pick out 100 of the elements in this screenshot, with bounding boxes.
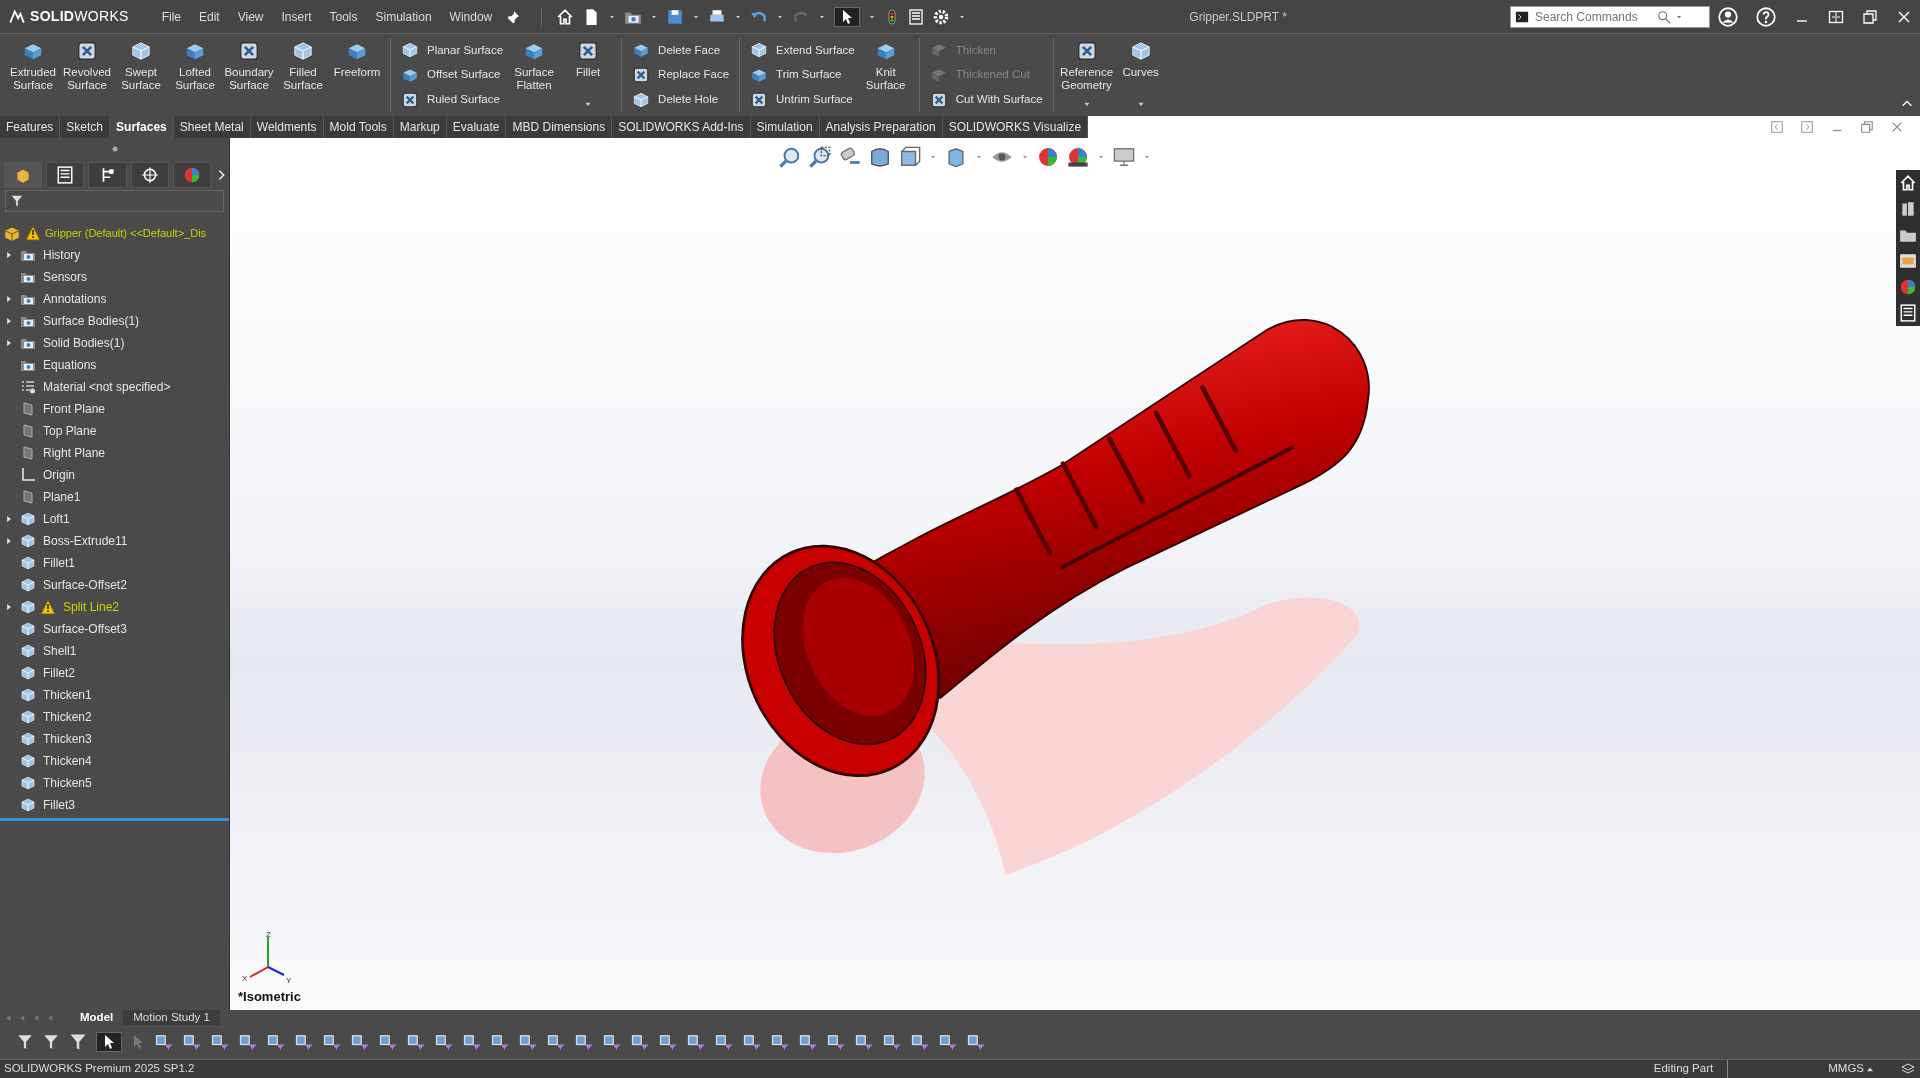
- filter-icon[interactable]: [658, 1032, 678, 1052]
- tree-item[interactable]: Annotations: [0, 288, 229, 310]
- search-icon[interactable]: [1657, 9, 1671, 24]
- magnifier-icon[interactable]: [779, 146, 801, 168]
- tree-item[interactable]: Sensors: [0, 266, 229, 288]
- home-icon[interactable]: [556, 7, 575, 26]
- menu-item[interactable]: View: [228, 7, 273, 26]
- list-icon[interactable]: [1899, 304, 1917, 322]
- menu-item[interactable]: Simulation: [366, 7, 441, 26]
- tree-item[interactable]: Split Line2: [0, 596, 229, 618]
- ribbon-button[interactable]: Filled Surface: [276, 38, 330, 94]
- command-tab[interactable]: Features: [0, 116, 61, 138]
- search-box[interactable]: Search Commands: [1510, 5, 1710, 28]
- ribbon-button[interactable]: Untrim Surface: [746, 87, 859, 112]
- filter-icon[interactable]: [462, 1032, 482, 1052]
- ribbon-button[interactable]: Replace Face: [628, 62, 734, 88]
- filter-icon[interactable]: [518, 1032, 538, 1052]
- command-tab[interactable]: Surfaces: [110, 116, 174, 138]
- section-view-icon[interactable]: [869, 146, 891, 168]
- select-button[interactable]: [834, 6, 861, 27]
- tree-item[interactable]: Top Plane: [0, 420, 229, 442]
- ribbon-button[interactable]: Ruled Surface: [397, 87, 508, 112]
- scene-ball-icon[interactable]: [1067, 146, 1089, 168]
- settings-icon[interactable]: [932, 7, 951, 26]
- command-tab[interactable]: Simulation: [750, 116, 820, 138]
- tree-item[interactable]: Right Plane: [0, 442, 229, 464]
- filter-icon[interactable]: [546, 1032, 566, 1052]
- filter-icon[interactable]: [182, 1032, 202, 1052]
- command-tab[interactable]: MBD Dimensions: [506, 116, 613, 138]
- tree-item[interactable]: Equations: [0, 354, 229, 376]
- ribbon-button[interactable]: Boundary Surface: [222, 38, 276, 94]
- ribbon-button[interactable]: Delete Face: [628, 38, 734, 63]
- tree-item[interactable]: Thicken2: [0, 706, 229, 728]
- filter-icon[interactable]: [434, 1032, 454, 1052]
- appearance-icon[interactable]: [1899, 278, 1917, 296]
- ribbon-button[interactable]: Swept Surface: [114, 38, 168, 94]
- filter-icon[interactable]: [854, 1032, 874, 1052]
- tree-item[interactable]: Thicken1: [0, 684, 229, 706]
- panel-tab[interactable]: [46, 162, 85, 188]
- tree-item[interactable]: Loft1: [0, 508, 229, 530]
- ribbon-button[interactable]: Fillet: [561, 38, 616, 81]
- user-icon[interactable]: [1718, 6, 1738, 27]
- filter-icon[interactable]: [294, 1032, 314, 1052]
- menu-item[interactable]: Tools: [320, 7, 367, 26]
- filter-icon[interactable]: [154, 1032, 174, 1052]
- command-tab[interactable]: SOLIDWORKS Add-Ins: [612, 116, 751, 138]
- tree-item[interactable]: Surface-Offset3: [0, 618, 229, 640]
- tile-icon[interactable]: [1828, 8, 1844, 25]
- tree-item[interactable]: Fillet2: [0, 662, 229, 684]
- filter-icon[interactable]: [882, 1032, 902, 1052]
- save-icon[interactable]: [666, 7, 685, 26]
- color-ball-icon[interactable]: [1037, 146, 1059, 168]
- command-tab[interactable]: Markup: [393, 116, 447, 138]
- filter-icon[interactable]: [574, 1032, 594, 1052]
- palette-view-icon[interactable]: [1899, 252, 1917, 270]
- panel-tab[interactable]: [130, 162, 169, 188]
- menu-item[interactable]: File: [152, 7, 190, 26]
- monitor-icon[interactable]: [1113, 146, 1135, 168]
- tree-item[interactable]: Origin: [0, 464, 229, 486]
- filter-icon[interactable]: [490, 1032, 510, 1052]
- ribbon-button[interactable]: Trim Surface: [746, 62, 859, 88]
- filter-icon[interactable]: [378, 1032, 398, 1052]
- menu-item[interactable]: Window: [440, 7, 502, 26]
- filter-icon[interactable]: [602, 1032, 622, 1052]
- magnifier-box-icon[interactable]: [809, 146, 831, 168]
- tree-item[interactable]: Thicken5: [0, 772, 229, 794]
- filter-icon[interactable]: [686, 1032, 706, 1052]
- filter-field[interactable]: [5, 190, 224, 212]
- filter-icon[interactable]: [350, 1032, 370, 1052]
- command-tab[interactable]: Sketch: [60, 116, 111, 138]
- ribbon-button[interactable]: Reference Geometry: [1059, 38, 1114, 94]
- ribbon-button[interactable]: Surface Flatten: [507, 38, 562, 94]
- command-tab[interactable]: Analysis Preparation: [819, 116, 943, 138]
- command-tab[interactable]: Mold Tools: [323, 116, 394, 138]
- cube-icon[interactable]: [899, 146, 921, 168]
- filter-icon[interactable]: [238, 1032, 258, 1052]
- ribbon-button[interactable]: Freeform: [330, 38, 384, 81]
- tree-item[interactable]: Surface-Offset2: [0, 574, 229, 596]
- menu-item[interactable]: Edit: [190, 7, 229, 26]
- panel-tab[interactable]: [88, 162, 127, 188]
- ribbon-button[interactable]: Offset Surface: [397, 62, 508, 88]
- library-icon[interactable]: [1899, 200, 1917, 218]
- filter-icon[interactable]: [742, 1032, 762, 1052]
- list-icon[interactable]: [908, 7, 925, 26]
- ribbon-button[interactable]: Planar Surface: [397, 38, 508, 63]
- filter-icon[interactable]: [42, 1033, 60, 1051]
- command-tab[interactable]: Evaluate: [446, 116, 507, 138]
- tree-item[interactable]: Boss-Extrude11: [0, 530, 229, 552]
- ribbon-button[interactable]: Knit Surface: [858, 38, 913, 94]
- filter-icon[interactable]: [770, 1032, 790, 1052]
- tree-item[interactable]: History: [0, 244, 229, 266]
- ribbon-button[interactable]: Cut With Surface: [925, 87, 1047, 112]
- home-icon[interactable]: [1899, 174, 1917, 192]
- filter-icon[interactable]: [266, 1032, 286, 1052]
- units-indicator[interactable]: MMGS: [1828, 1060, 1864, 1078]
- tree-item[interactable]: Surface Bodies(1): [0, 310, 229, 332]
- filter-icon[interactable]: [406, 1032, 426, 1052]
- filter-icon[interactable]: [826, 1032, 846, 1052]
- restore-icon[interactable]: [1860, 120, 1874, 134]
- tree-item[interactable]: Thicken4: [0, 750, 229, 772]
